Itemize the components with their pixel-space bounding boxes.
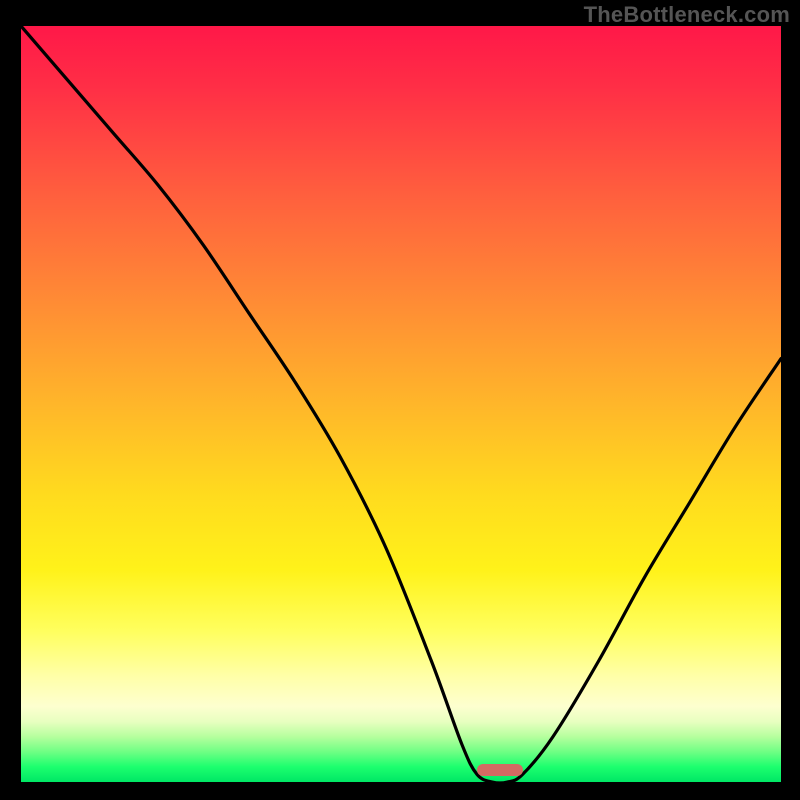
optimal-marker bbox=[477, 764, 523, 776]
plot-area bbox=[21, 26, 781, 782]
attribution-text: TheBottleneck.com bbox=[584, 2, 790, 28]
chart-frame: TheBottleneck.com bbox=[0, 0, 800, 800]
curve-path bbox=[21, 26, 781, 782]
bottleneck-curve bbox=[21, 26, 781, 782]
